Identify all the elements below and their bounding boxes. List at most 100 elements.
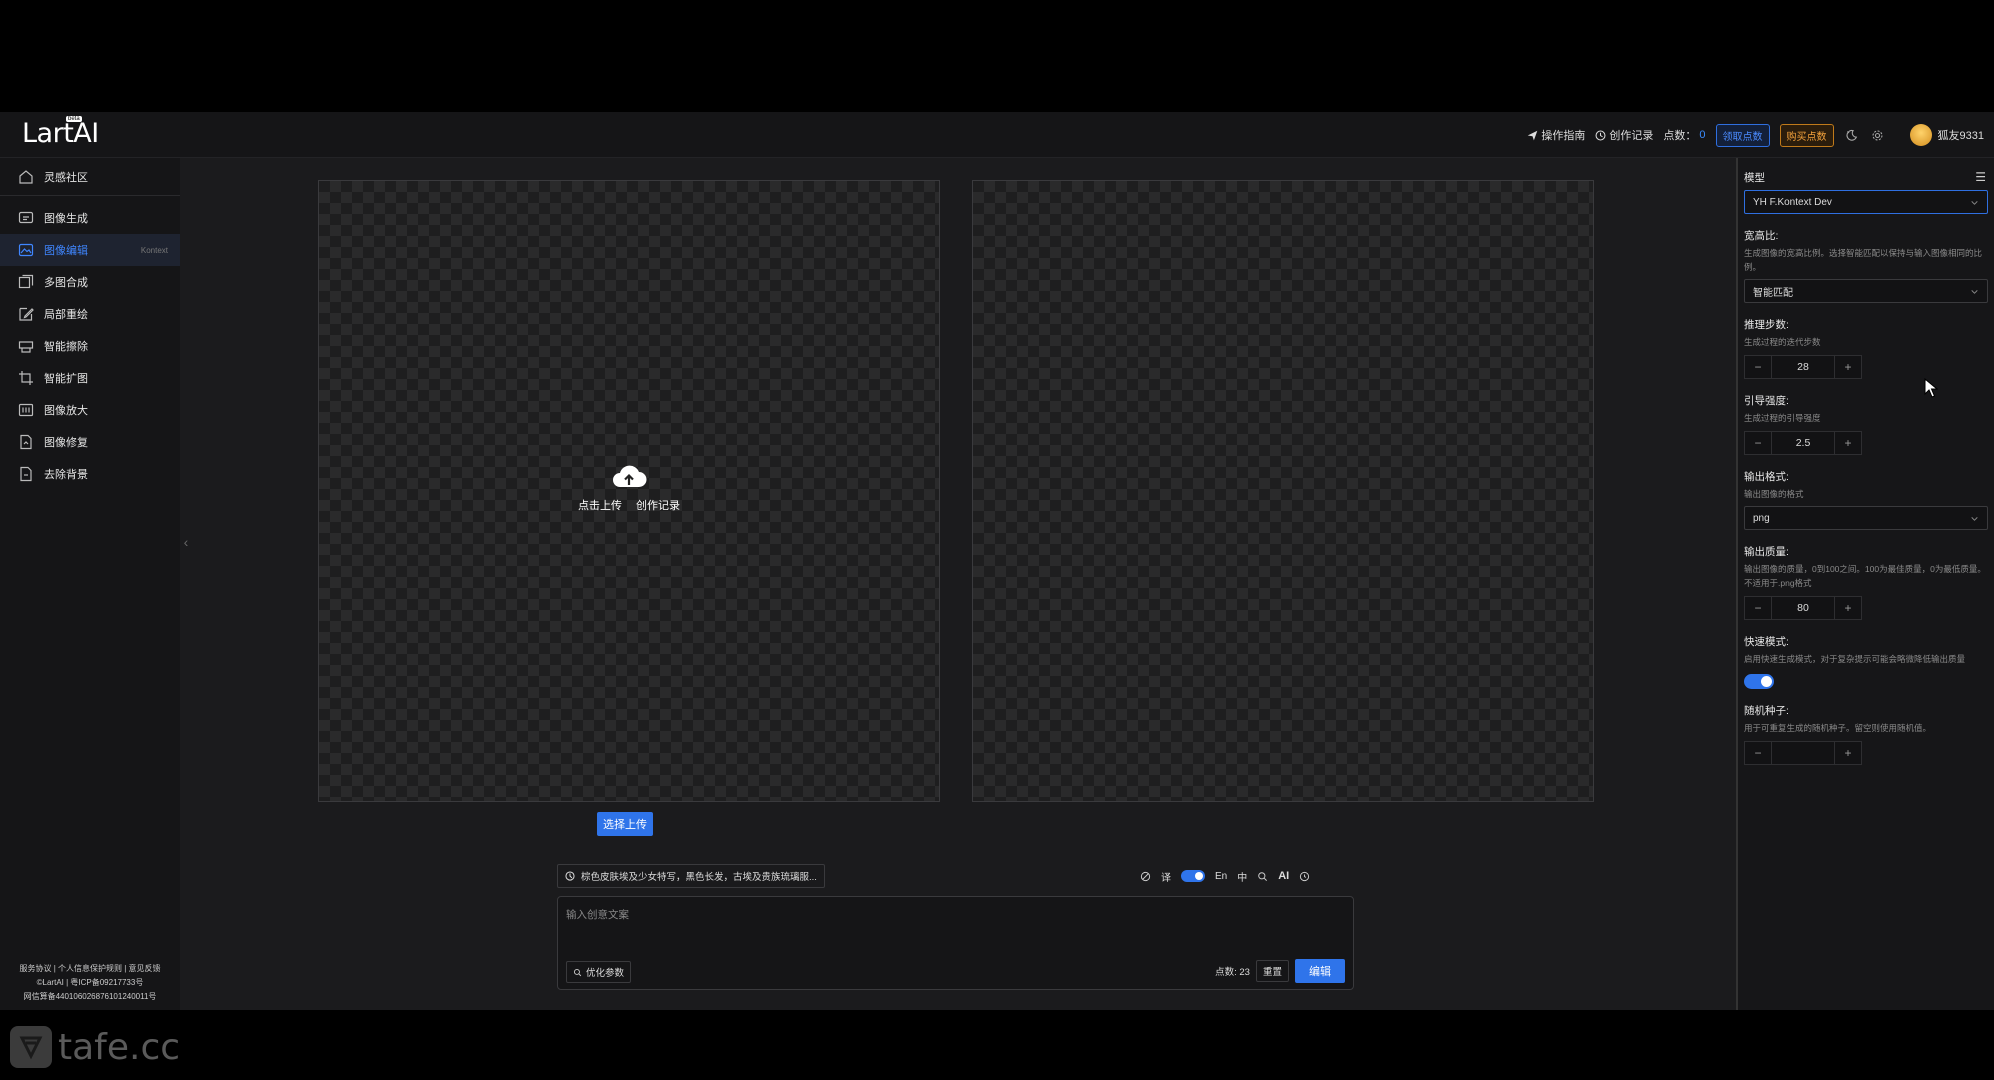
format-section: 输出格式: 输出图像的格式 png bbox=[1744, 469, 1988, 530]
sidebar-collapse-chevron-icon[interactable]: ‹ bbox=[180, 522, 192, 562]
chevron-down-icon bbox=[1971, 200, 1978, 205]
remove-bg-icon bbox=[20, 466, 32, 482]
translate-label: 译 bbox=[1161, 872, 1171, 884]
lang-zh-button[interactable]: 中 bbox=[1237, 869, 1247, 884]
sidebar-item-inpaint[interactable]: 局部重绘 bbox=[0, 298, 180, 330]
format-value: png bbox=[1753, 512, 1770, 524]
click-upload-link[interactable]: 点击上传 bbox=[578, 497, 622, 513]
points-label: 点数： bbox=[1663, 130, 1697, 142]
model-label: 模型 bbox=[1744, 172, 1765, 184]
steps-stepper: − 28 + bbox=[1744, 355, 1862, 379]
history-link[interactable]: 创作记录 bbox=[1595, 127, 1653, 143]
watermark: tafe.cc bbox=[10, 1026, 180, 1068]
history-upload-link[interactable]: 创作记录 bbox=[636, 497, 680, 513]
plus-icon[interactable]: + bbox=[1835, 597, 1861, 619]
theme-toggle-icon[interactable] bbox=[1844, 127, 1860, 143]
sidebar-item-repair[interactable]: 图像修复 bbox=[0, 426, 180, 458]
steps-desc: 生成过程的迭代步数 bbox=[1744, 337, 1821, 347]
sidebar-item-community[interactable]: 灵感社区 bbox=[0, 158, 180, 196]
seed-stepper: − + bbox=[1744, 741, 1862, 765]
minus-icon[interactable]: − bbox=[1745, 742, 1771, 764]
cloud-upload-icon bbox=[613, 465, 647, 487]
history-clock-icon[interactable] bbox=[1299, 871, 1310, 882]
clock-icon bbox=[1595, 130, 1606, 140]
minus-icon[interactable]: − bbox=[1745, 356, 1771, 378]
aspect-select[interactable]: 智能匹配 bbox=[1744, 279, 1988, 303]
fast-mode-section: 快速模式: 启用快速生成模式，对于复杂提示可能会略微降低输出质量 bbox=[1744, 634, 1988, 689]
points-value: 0 bbox=[1699, 129, 1706, 141]
steps-section: 推理步数: 生成过程的迭代步数 − 28 + bbox=[1744, 317, 1988, 379]
fast-mode-toggle[interactable] bbox=[1744, 674, 1774, 689]
format-label: 输出格式: bbox=[1744, 471, 1789, 483]
ai-button[interactable]: AI bbox=[1278, 870, 1289, 882]
aspect-desc: 生成图像的宽高比例。选择智能匹配以保持与输入图像相同的比例。 bbox=[1744, 248, 1983, 272]
seed-section: 随机种子: 用于可重复生成的随机种子。留空则使用随机值。 − + bbox=[1744, 703, 1988, 765]
steps-value[interactable]: 28 bbox=[1771, 356, 1835, 378]
chevron-down-icon bbox=[1971, 289, 1978, 294]
search-icon[interactable] bbox=[1257, 871, 1268, 882]
gear-icon[interactable] bbox=[1870, 127, 1886, 143]
translate-toggle[interactable] bbox=[1181, 870, 1205, 882]
sidebar-item-label: 图像编辑 bbox=[44, 245, 88, 257]
quality-value[interactable]: 80 bbox=[1771, 597, 1835, 619]
plus-icon[interactable]: + bbox=[1835, 356, 1861, 378]
magic-search-icon bbox=[573, 968, 582, 976]
sidebar-item-label: 灵感社区 bbox=[44, 171, 88, 184]
upscale-icon bbox=[18, 403, 34, 417]
image-edit-icon bbox=[18, 243, 34, 257]
guide-label: 操作指南 bbox=[1541, 130, 1586, 142]
reset-button[interactable]: 重置 bbox=[1255, 960, 1289, 982]
prompt-actions: 点数: 23 重置 编辑 bbox=[1215, 959, 1345, 983]
sidebar-item-erase[interactable]: 智能擦除 bbox=[0, 330, 180, 362]
quality-label: 输出质量: bbox=[1744, 546, 1789, 558]
select-upload-button[interactable]: 选择上传 bbox=[597, 812, 653, 836]
logo[interactable]: LartAI bbox=[22, 118, 99, 149]
optimize-params-button[interactable]: 优化参数 bbox=[566, 961, 632, 983]
footer-algorithm-record: 网信算备440106026876101240011号 bbox=[23, 992, 157, 1001]
minus-icon[interactable]: − bbox=[1745, 432, 1771, 454]
guide-link[interactable]: 操作指南 bbox=[1527, 127, 1585, 143]
plus-icon[interactable]: + bbox=[1835, 742, 1861, 764]
prompt-input[interactable] bbox=[566, 903, 1326, 927]
seed-value[interactable] bbox=[1771, 742, 1835, 764]
sidebar-item-image-generate[interactable]: 图像生成 bbox=[0, 202, 180, 234]
sidebar-item-label: 图像生成 bbox=[44, 213, 88, 225]
sidebar-item-image-edit[interactable]: 图像编辑 Kontext bbox=[0, 234, 180, 266]
sidebar-item-outpaint[interactable]: 智能扩图 bbox=[0, 362, 180, 394]
buy-points-button[interactable]: 购买点数 bbox=[1779, 123, 1834, 147]
sidebar-item-remove-bg[interactable]: 去除背景 bbox=[0, 458, 180, 490]
guidance-value[interactable]: 2.5 bbox=[1771, 432, 1835, 454]
sidebar-item-multi-image[interactable]: 多图合成 bbox=[0, 266, 180, 298]
sidebar: 灵感社区 图像生成 图像编辑 Kontext 多图合成 局部重绘 智能擦除 智能… bbox=[0, 158, 180, 1010]
prompt-suggestion[interactable]: 棕色皮肤埃及少女特写，黑色长发，古埃及贵族琉璃服... bbox=[557, 864, 825, 888]
edit-button[interactable]: 编辑 bbox=[1295, 959, 1345, 983]
get-points-button[interactable]: 领取点数 bbox=[1715, 123, 1770, 147]
input-image-canvas[interactable]: 点击上传 创作记录 bbox=[318, 180, 940, 802]
sidebar-footer: 服务协议 | 个人信息保护规则 | 意见反馈 ©LartAI | 粤ICP备09… bbox=[0, 962, 180, 1004]
footer-links[interactable]: 服务协议 | 个人信息保护规则 | 意见反馈 bbox=[0, 962, 180, 976]
sidebar-item-upscale[interactable]: 图像放大 bbox=[0, 394, 180, 426]
model-value: YH F.Kontext Dev bbox=[1753, 196, 1832, 208]
upload-area[interactable]: 点击上传 创作记录 bbox=[319, 463, 939, 513]
top-bar: LartAI beta 操作指南 创作记录 点数： 0 领取点数 购买点数 狐友… bbox=[0, 112, 1994, 158]
prompt-tools: 译 En 中 AI bbox=[1140, 866, 1310, 886]
format-select[interactable]: png bbox=[1744, 506, 1988, 530]
sidebar-nav-list: 图像生成 图像编辑 Kontext 多图合成 局部重绘 智能擦除 智能扩图 图像… bbox=[0, 202, 180, 490]
send-icon bbox=[1528, 130, 1538, 140]
model-select[interactable]: YH F.Kontext Dev bbox=[1744, 190, 1988, 214]
points-display: 点数： 0 bbox=[1663, 127, 1705, 143]
seed-label: 随机种子: bbox=[1744, 705, 1789, 717]
sidebar-item-label: 图像放大 bbox=[44, 405, 88, 417]
clear-icon[interactable] bbox=[1140, 871, 1151, 882]
plus-icon[interactable]: + bbox=[1835, 432, 1861, 454]
menu-icon[interactable]: ☰ bbox=[1975, 170, 1986, 184]
minus-icon[interactable]: − bbox=[1745, 597, 1771, 619]
lang-en-button[interactable]: En bbox=[1215, 871, 1227, 882]
steps-label: 推理步数: bbox=[1744, 319, 1789, 331]
user-menu[interactable]: 狐友9331 bbox=[1909, 124, 1984, 146]
format-desc: 输出图像的格式 bbox=[1744, 489, 1804, 499]
upload-actions: 点击上传 创作记录 bbox=[578, 497, 680, 513]
sidebar-item-label: 多图合成 bbox=[44, 277, 88, 289]
pencil-icon bbox=[19, 307, 34, 321]
username: 狐友9331 bbox=[1937, 130, 1984, 142]
